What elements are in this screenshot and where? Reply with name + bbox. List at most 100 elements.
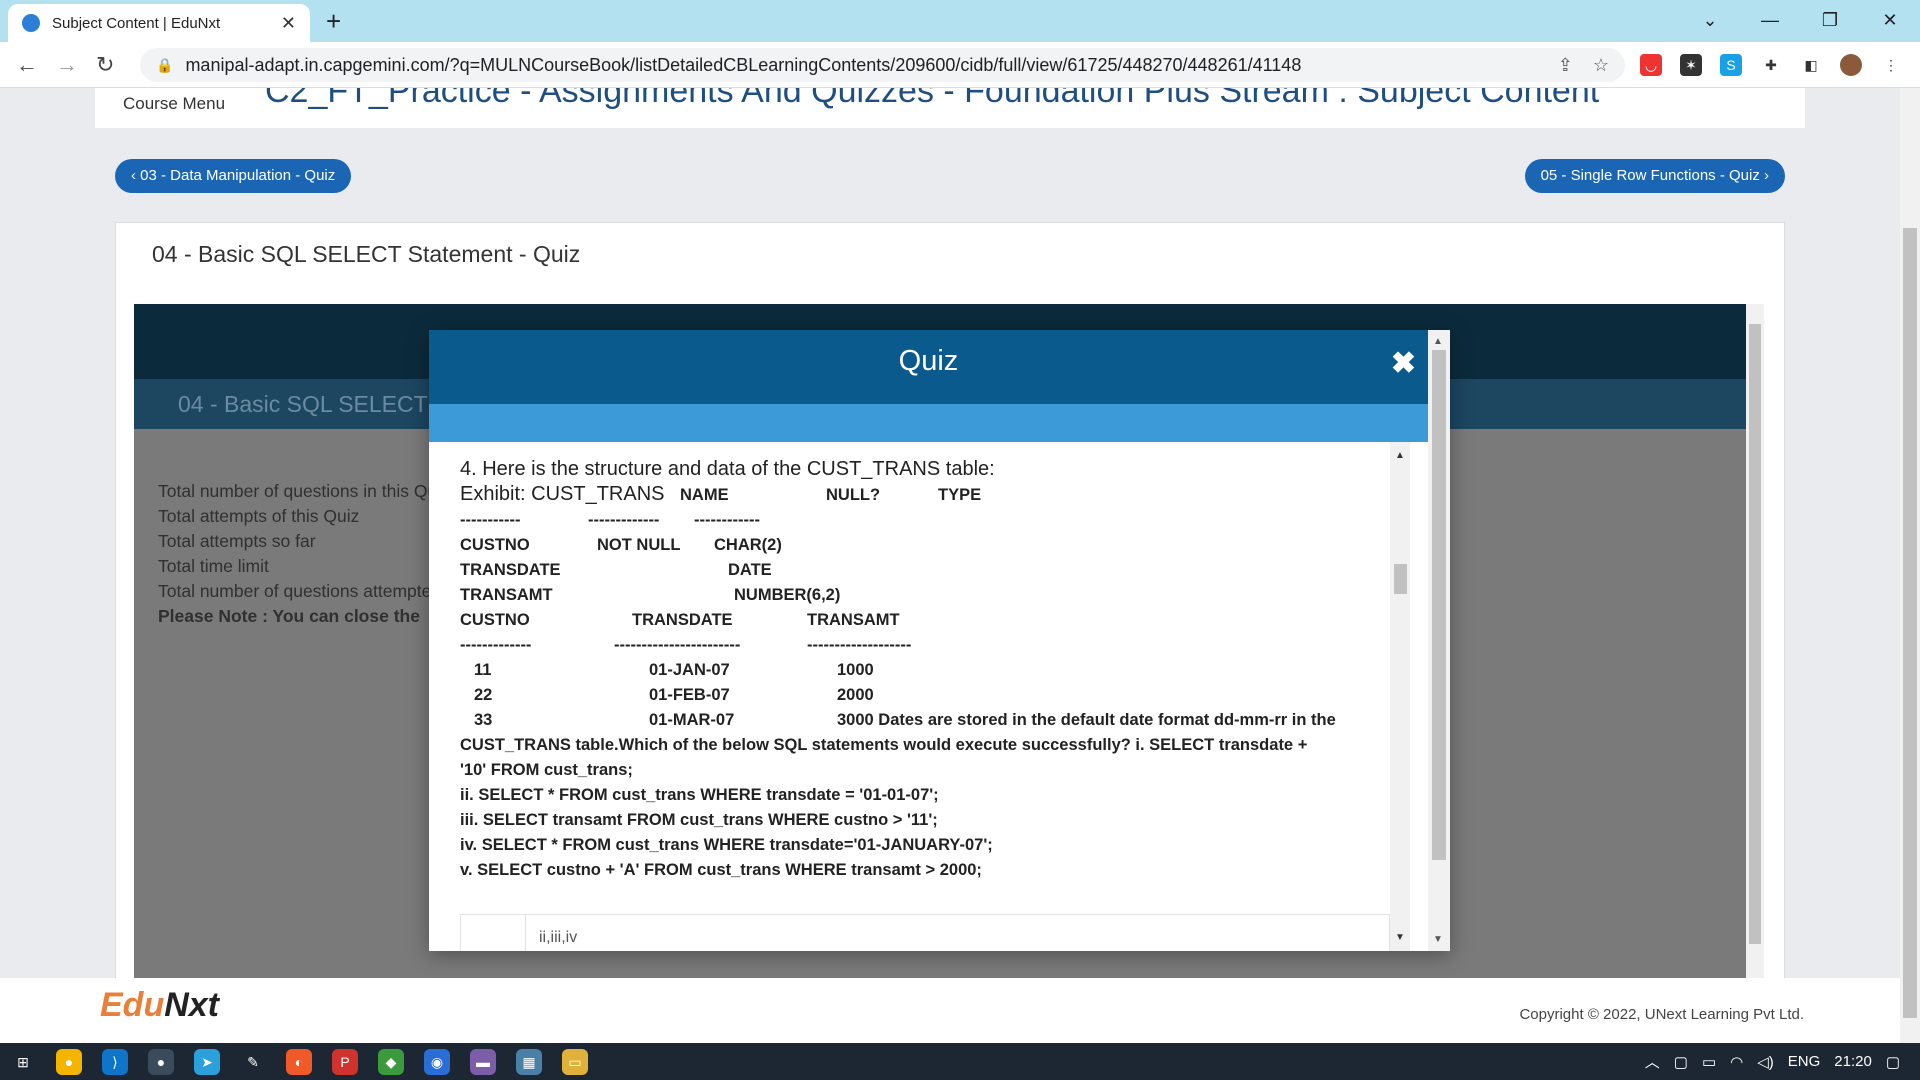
- question-line: 01-MAR-07: [649, 711, 735, 729]
- language-indicator[interactable]: ENG: [1788, 1053, 1821, 1070]
- question-heading: 4. Here is the structure and data of the…: [460, 458, 995, 480]
- profile-avatar[interactable]: [1840, 54, 1862, 76]
- browser-tab[interactable]: Subject Content | EduNxt ✕: [8, 4, 310, 42]
- system-tray: ︿ ▢ ▭ ◠ ◁) ENG 21:20 ▢: [1645, 1043, 1900, 1080]
- extensions-area: ◡ ✶ S ✚ ◧ ⋮: [1640, 54, 1902, 76]
- browser-menu-icon[interactable]: ⋮: [1880, 54, 1902, 76]
- scroll-down-arrow-icon[interactable]: ▼: [1433, 934, 1443, 945]
- vscode-icon[interactable]: ⟩: [102, 1049, 128, 1075]
- modal-band: [429, 404, 1428, 442]
- restore-button[interactable]: ❐: [1800, 0, 1860, 40]
- question-line: -------------: [460, 636, 532, 654]
- question-line: 11: [474, 661, 492, 679]
- question-line: TRANSDATE: [632, 611, 733, 629]
- info-line: Total number of questions attempted: [158, 581, 442, 601]
- footer: EduNxt Copyright © 2022, UNext Learning …: [0, 978, 1900, 1043]
- question-line: CUST_TRANS table.Which of the below SQL …: [460, 736, 1308, 754]
- quiz-frame-scrollbar[interactable]: [1746, 304, 1764, 978]
- quiz-info: Total number of questions in this Quiz T…: [158, 479, 450, 629]
- tray-app-icon[interactable]: ▢: [1674, 1053, 1688, 1071]
- puzzle-extensions-icon[interactable]: ✚: [1760, 54, 1782, 76]
- question-line: CUSTNO: [460, 536, 530, 554]
- scroll-up-arrow-icon[interactable]: ▲: [1395, 450, 1405, 461]
- stack-app-icon[interactable]: ▬: [470, 1049, 496, 1075]
- new-tab-button[interactable]: +: [326, 6, 341, 37]
- logo-nxt: Nxt: [164, 986, 220, 1024]
- sidebar-panel-icon[interactable]: ◧: [1800, 54, 1822, 76]
- tab-close-icon[interactable]: ✕: [281, 13, 296, 34]
- battery-icon[interactable]: ▭: [1702, 1053, 1716, 1071]
- volume-icon[interactable]: ◁): [1757, 1053, 1774, 1071]
- telegram-icon[interactable]: ➤: [194, 1049, 220, 1075]
- chrome-active-icon[interactable]: ●: [148, 1049, 174, 1075]
- page-title: 04 - Basic SQL SELECT Statement - Quiz: [152, 241, 581, 267]
- question-line: 33: [474, 711, 493, 729]
- photos-icon[interactable]: ▦: [516, 1049, 542, 1075]
- tab-title: Subject Content | EduNxt: [52, 14, 221, 32]
- course-header: C2_FT_Practice - Assignments And Quizzes…: [95, 88, 1805, 128]
- question-line: CUSTNO: [460, 611, 530, 629]
- info-line: Total time limit: [158, 556, 269, 576]
- info-line: Total attempts of this Quiz: [158, 506, 360, 526]
- forward-arrow-icon[interactable]: →: [56, 52, 78, 78]
- pocket-extension-icon[interactable]: ◡: [1640, 54, 1662, 76]
- info-note: Please Note : You can close the: [158, 606, 420, 626]
- quiz-modal: Quiz ✖ 4. Here is the structure and data…: [429, 330, 1450, 951]
- question-line: TRANSDATE: [460, 561, 561, 579]
- edunxt-logo: EduNxt: [100, 986, 219, 1025]
- page-scrollbar[interactable]: [1900, 88, 1920, 1043]
- question-line: -------------------: [807, 636, 912, 654]
- windows-start-icon[interactable]: ⊞: [10, 1049, 36, 1075]
- lock-icon[interactable]: 🔒: [156, 57, 173, 74]
- question-line: ------------: [694, 511, 760, 529]
- answer-option[interactable]: ii,iii,iv: [460, 914, 1390, 951]
- postman-icon[interactable]: ◐: [286, 1049, 312, 1075]
- info-line: Total attempts so far: [158, 531, 316, 551]
- file-explorer-icon[interactable]: ▭: [562, 1049, 588, 1075]
- clock[interactable]: 21:20: [1834, 1053, 1872, 1070]
- bug-extension-icon[interactable]: ✶: [1680, 54, 1702, 76]
- url-text: manipal-adapt.in.capgemini.com/?q=MULNCo…: [185, 54, 1302, 75]
- url-input[interactable]: 🔒 manipal-adapt.in.capgemini.com/?q=MULN…: [140, 48, 1625, 82]
- chrome-icon[interactable]: ●: [56, 1049, 82, 1075]
- option-divider: [525, 915, 526, 951]
- s-extension-icon[interactable]: S: [1720, 54, 1742, 76]
- scrollbar-thumb[interactable]: [1394, 564, 1407, 594]
- address-bar-row: ← → ↻ 🔒 manipal-adapt.in.capgemini.com/?…: [0, 42, 1920, 88]
- question-line: v. SELECT custno + 'A' FROM cust_trans W…: [460, 861, 982, 879]
- question-line: 01-JAN-07: [649, 661, 730, 679]
- notifications-icon[interactable]: ▢: [1886, 1053, 1900, 1071]
- question-line: TYPE: [938, 486, 982, 504]
- shield-app-icon[interactable]: ◆: [378, 1049, 404, 1075]
- tab-search-icon[interactable]: ⌄: [1680, 0, 1740, 40]
- question-line: 3000 Dates are stored in the default dat…: [837, 711, 1336, 729]
- scrollbar-thumb[interactable]: [1749, 324, 1761, 944]
- window-controls: ⌄ — ❐ ✕: [1680, 0, 1920, 40]
- back-arrow-icon[interactable]: ←: [16, 52, 38, 78]
- scroll-up-arrow-icon[interactable]: ▲: [1433, 336, 1443, 347]
- question-line: 01-FEB-07: [649, 686, 730, 704]
- modal-header: Quiz ✖: [429, 330, 1428, 404]
- close-icon[interactable]: ✖: [1391, 346, 1416, 381]
- scrollbar-thumb[interactable]: [1903, 228, 1917, 1018]
- reload-icon[interactable]: ↻: [96, 52, 114, 78]
- bookmark-star-icon[interactable]: ☆: [1593, 55, 1609, 76]
- modal-scrollbar[interactable]: ▲ ▼: [1428, 330, 1450, 951]
- share-icon[interactable]: ⇪: [1558, 55, 1573, 76]
- question-line: NUMBER(6,2): [734, 586, 841, 604]
- prev-quiz-button[interactable]: ‹ 03 - Data Manipulation - Quiz: [115, 159, 352, 193]
- wifi-icon[interactable]: ◠: [1730, 1053, 1743, 1071]
- scrollbar-thumb[interactable]: [1432, 350, 1446, 860]
- question-line: iv. SELECT * FROM cust_trans WHERE trans…: [460, 836, 993, 854]
- course-menu-link[interactable]: Course Menu: [123, 94, 225, 114]
- p-app-icon[interactable]: P: [332, 1049, 358, 1075]
- question-line: 2000: [837, 686, 874, 704]
- close-window-button[interactable]: ✕: [1860, 0, 1920, 40]
- tool-icon[interactable]: ✎: [240, 1049, 266, 1075]
- tray-chevron-icon[interactable]: ︿: [1645, 1051, 1660, 1072]
- question-scrollbar[interactable]: ▲ ▼: [1390, 442, 1410, 951]
- next-quiz-button[interactable]: 05 - Single Row Functions - Quiz ›: [1524, 159, 1785, 193]
- globe-app-icon[interactable]: ◉: [424, 1049, 450, 1075]
- scroll-down-arrow-icon[interactable]: ▼: [1395, 932, 1405, 943]
- minimize-button[interactable]: —: [1740, 0, 1800, 40]
